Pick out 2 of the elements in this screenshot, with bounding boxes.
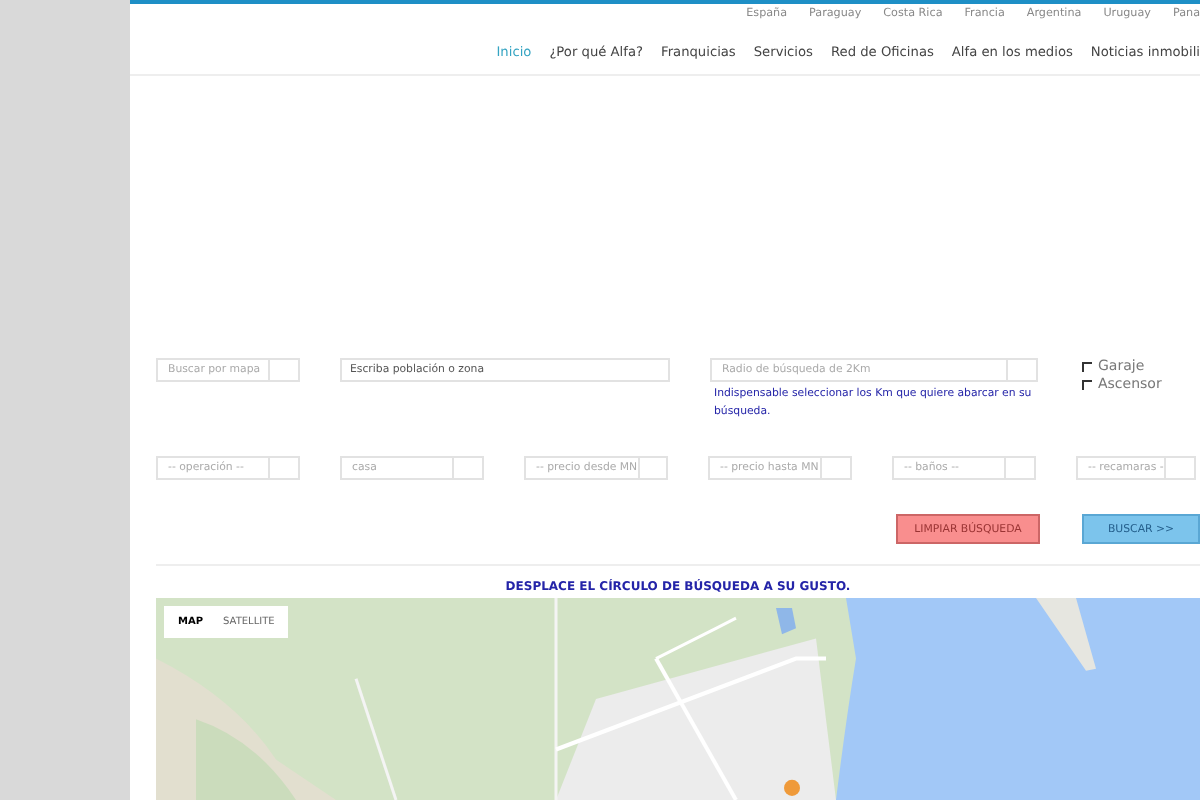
checkbox[interactable] [1082,362,1092,372]
checkbox[interactable] [1082,380,1092,390]
